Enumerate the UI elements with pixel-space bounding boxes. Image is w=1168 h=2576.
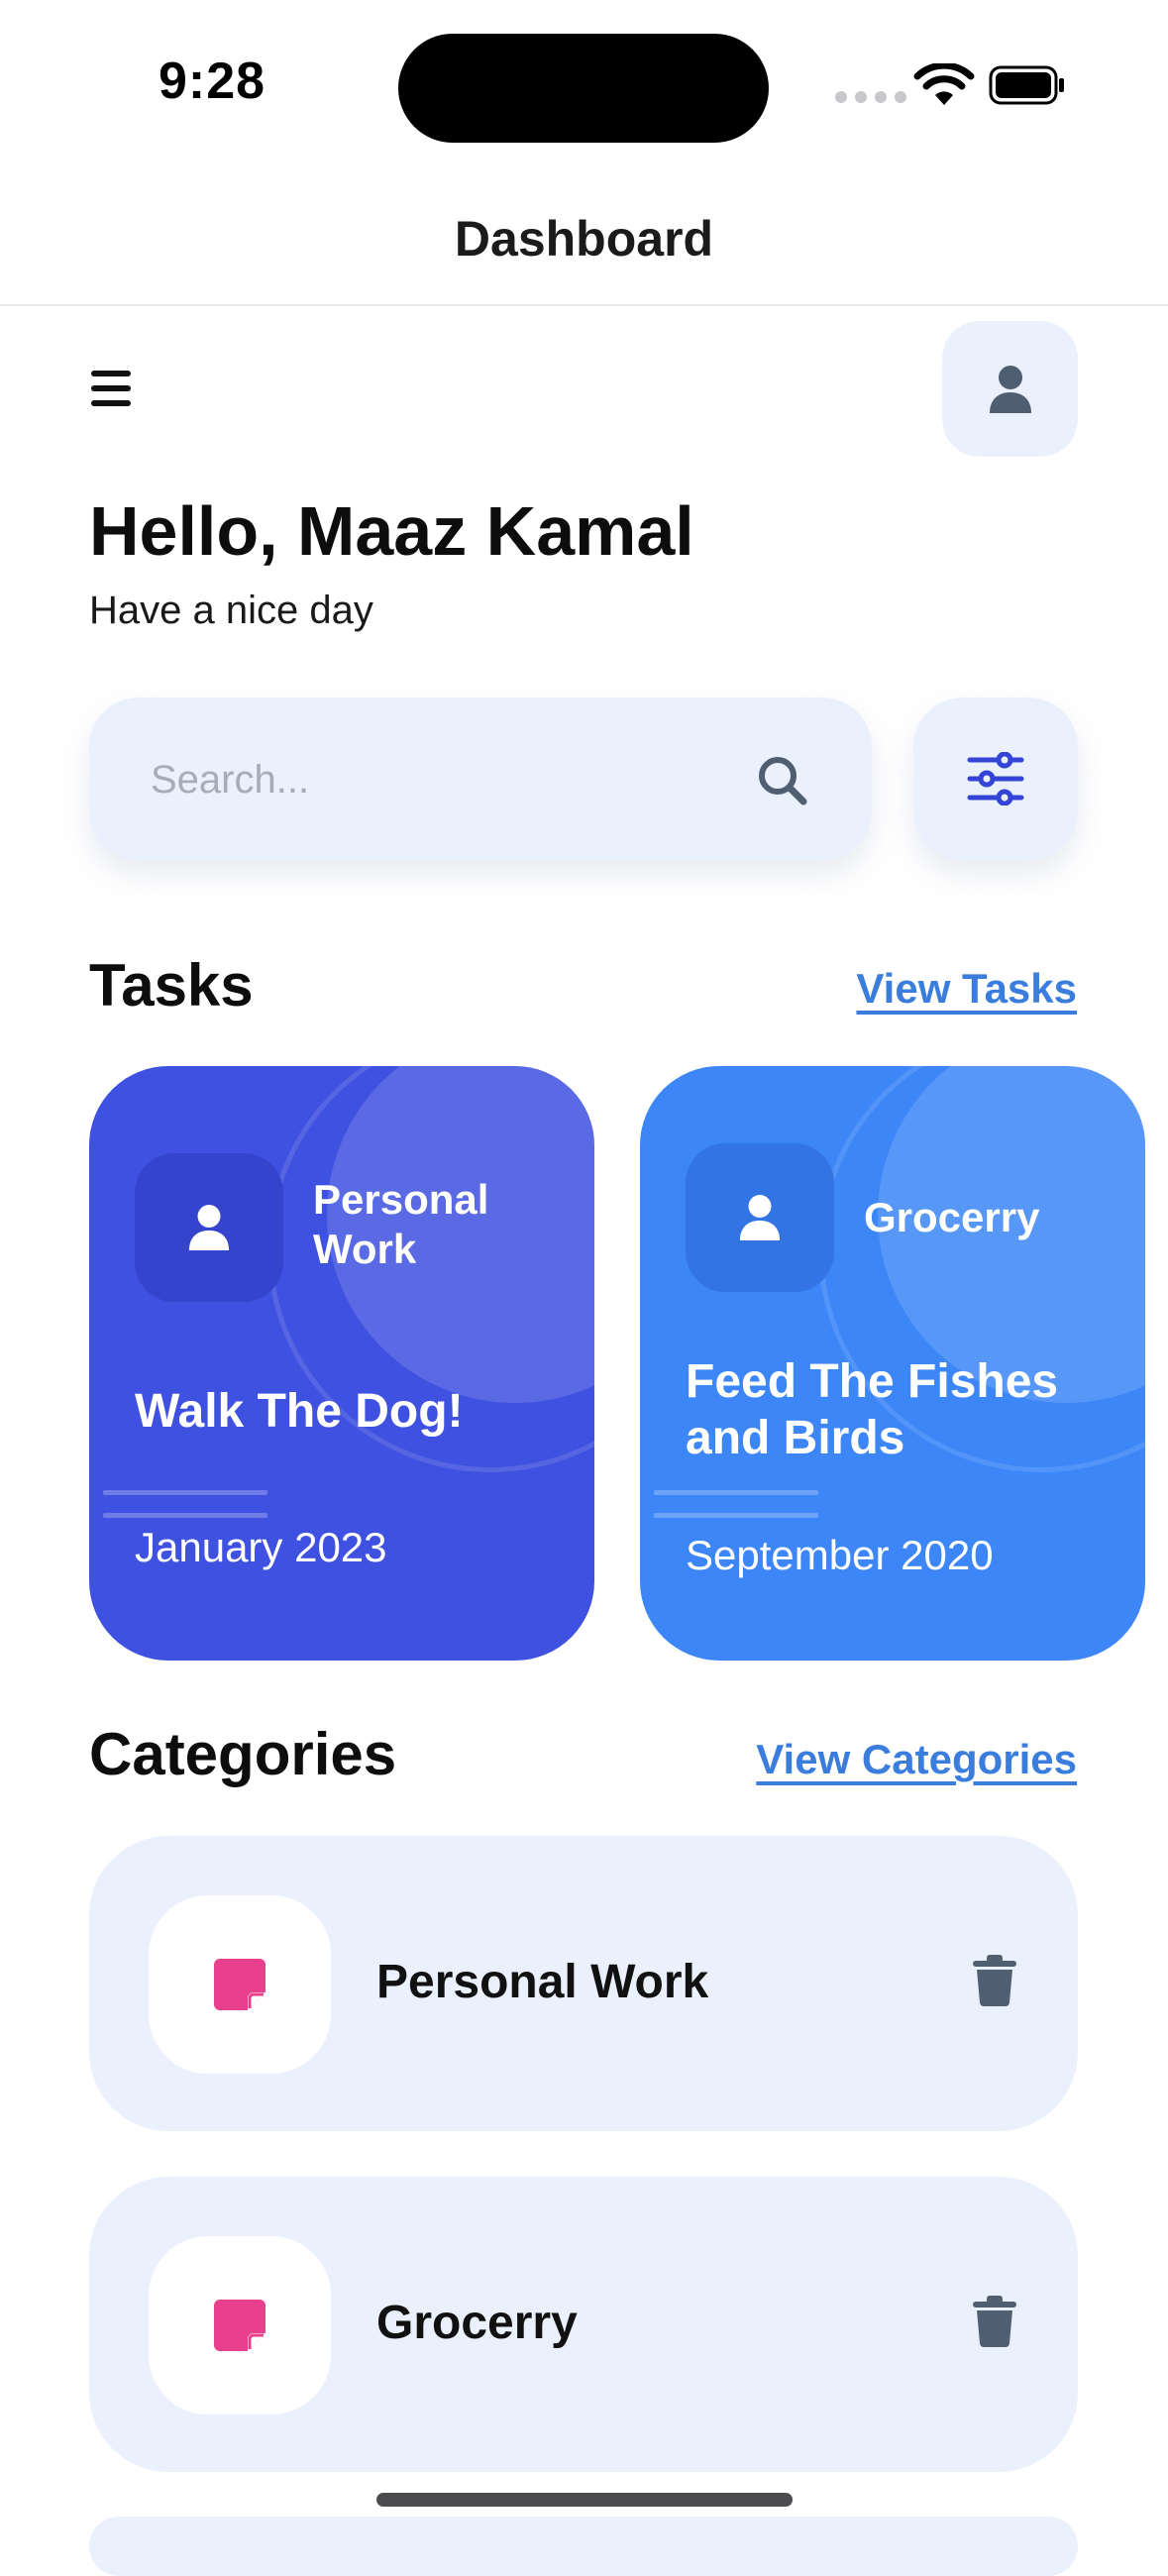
task-divider [654,1490,818,1536]
sticky-note-icon [214,2300,265,2351]
greeting-subtitle: Have a nice day [89,589,373,632]
view-tasks-link[interactable]: View Tasks [856,965,1077,1013]
task-category-label: Grocerry [864,1194,1040,1240]
cellular-signal-icon [835,91,906,103]
category-icon-box [149,1895,331,2074]
profile-button[interactable] [942,321,1078,457]
category-icon-box [149,2236,331,2415]
greeting: Hello, Maaz Kamal [89,492,694,570]
user-icon [188,1205,230,1250]
task-title: Walk The Dog! [135,1385,464,1438]
task-card[interactable]: Grocerry Feed The Fishes and Birds Septe… [640,1066,1145,1661]
user-icon [989,365,1031,413]
search-bar [89,698,872,860]
category-item[interactable]: Grocerry [89,2177,1078,2472]
category-name: Grocerry [376,2297,578,2349]
tasks-heading: Tasks [89,952,254,1019]
task-category-icon [686,1143,834,1292]
status-time: 9:28 [159,53,266,110]
view-categories-link[interactable]: View Categories [756,1736,1077,1783]
sticky-note-icon [214,1959,265,2010]
home-indicator[interactable] [376,2493,793,2507]
task-date: September 2020 [686,1532,994,1578]
category-item[interactable] [89,2517,1078,2576]
user-icon [739,1195,781,1240]
sliders-icon [967,752,1024,805]
menu-icon[interactable] [87,367,137,410]
category-name: Personal Work [376,1956,709,2008]
battery-icon [989,65,1064,105]
trash-icon[interactable] [973,1955,1016,2006]
dynamic-island [398,34,769,143]
filter-button[interactable] [913,698,1078,860]
categories-heading: Categories [89,1721,397,1787]
task-date: January 2023 [135,1524,387,1570]
task-card[interactable]: Personal Work Walk The Dog! January 2023 [89,1066,594,1661]
task-category-icon [135,1153,283,1302]
task-title: Feed The Fishes and Birds [686,1355,1059,1464]
search-input[interactable] [149,747,747,812]
search-icon[interactable] [755,753,810,808]
trash-icon[interactable] [973,2296,1016,2347]
nav-divider [0,304,1168,306]
wifi-icon [913,63,975,105]
category-item[interactable]: Personal Work [89,1836,1078,2131]
task-category-label: Personal Work [313,1176,489,1272]
page-title: Dashboard [454,211,714,267]
